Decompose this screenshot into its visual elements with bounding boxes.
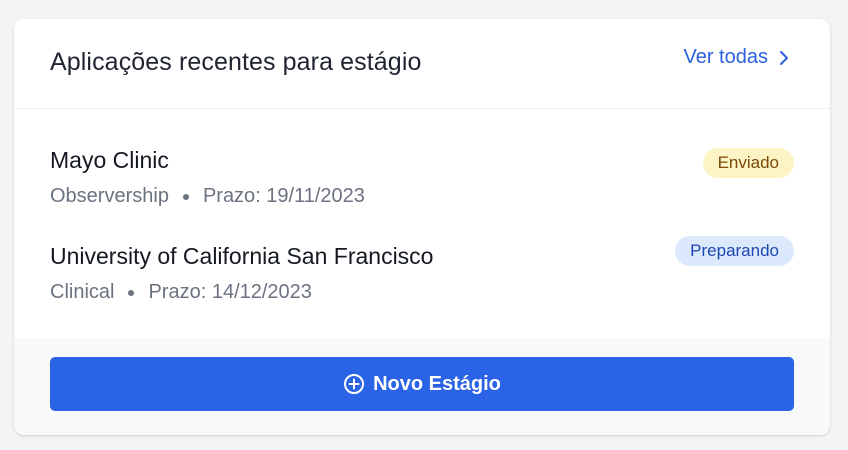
application-type: Observership (50, 185, 169, 207)
new-internship-button[interactable]: Novo Estágio (50, 357, 794, 411)
application-meta: Clinical Prazo: 14/12/2023 (50, 281, 312, 304)
separator-dot (182, 193, 189, 200)
status-badge: Preparando (675, 236, 794, 266)
list-item[interactable]: Mayo Clinic Observership Prazo: 19/11/20… (50, 147, 794, 227)
view-all-link[interactable]: Ver todas (683, 46, 790, 69)
application-name: University of California San Francisco (50, 243, 434, 269)
chevron-right-icon (778, 50, 790, 66)
application-meta: Observership Prazo: 19/11/2023 (50, 185, 365, 208)
card-header: Aplicações recentes para estágio Ver tod… (14, 19, 830, 109)
application-deadline: Prazo: 14/12/2023 (148, 281, 312, 303)
application-name: Mayo Clinic (50, 147, 169, 173)
separator-dot (128, 289, 135, 296)
application-deadline: Prazo: 19/11/2023 (202, 185, 365, 207)
list-item[interactable]: University of California San Francisco C… (50, 236, 794, 323)
plus-circle-icon (343, 373, 365, 395)
card-title: Aplicações recentes para estágio (50, 48, 422, 76)
new-internship-label: Novo Estágio (373, 372, 501, 395)
card-footer: Novo Estágio (14, 338, 830, 435)
internship-applications-card: Aplicações recentes para estágio Ver tod… (14, 19, 830, 435)
status-badge: Enviado (702, 148, 794, 178)
view-all-label: Ver todas (683, 46, 768, 68)
application-type: Clinical (50, 281, 115, 303)
